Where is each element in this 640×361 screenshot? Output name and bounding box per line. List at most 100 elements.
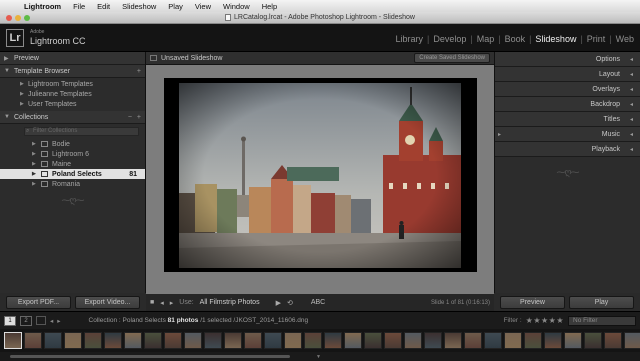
- hide-filmstrip-icon[interactable]: ▼: [316, 354, 321, 360]
- collection-triangle-icon[interactable]: ▶: [32, 181, 36, 187]
- remove-collection-icon[interactable]: −: [128, 114, 132, 121]
- menu-view[interactable]: View: [189, 2, 217, 11]
- minimize-icon[interactable]: [15, 15, 21, 21]
- filmstrip-thumbnail[interactable]: [264, 332, 282, 349]
- template-folder[interactable]: ▶ Julieanne Templates: [0, 89, 145, 99]
- create-saved-slideshow-button[interactable]: Create Saved Slideshow: [414, 53, 490, 63]
- collection-item-bodie[interactable]: ▶ Bodie: [0, 139, 145, 149]
- collection-triangle-icon[interactable]: ▶: [32, 141, 36, 147]
- menu-edit[interactable]: Edit: [91, 2, 116, 11]
- filmstrip-thumbnail[interactable]: [184, 332, 202, 349]
- export-pdf-button[interactable]: Export PDF...: [6, 295, 71, 309]
- stop-icon[interactable]: ■: [150, 299, 154, 306]
- filmstrip-thumbnail[interactable]: [544, 332, 562, 349]
- template-folder[interactable]: ▶ Lightroom Templates: [0, 79, 145, 89]
- filmstrip-thumbnail[interactable]: [464, 332, 482, 349]
- menu-play[interactable]: Play: [162, 2, 189, 11]
- disclosure-triangle-icon[interactable]: ◂: [630, 86, 633, 93]
- filmstrip-thumbnail[interactable]: [144, 332, 162, 349]
- filmstrip-thumbnail[interactable]: [444, 332, 462, 349]
- filmstrip-thumbnail[interactable]: [584, 332, 602, 349]
- menu-help[interactable]: Help: [256, 2, 283, 11]
- template-browser-header[interactable]: ▼ Template Browser +: [0, 65, 145, 78]
- module-develop[interactable]: Develop: [431, 34, 468, 44]
- disclosure-triangle-icon[interactable]: ▶: [4, 55, 9, 62]
- filmstrip-thumbnail[interactable]: [244, 332, 262, 349]
- disclosure-triangle-icon[interactable]: ▼: [4, 68, 10, 74]
- forward-arrow-icon[interactable]: ▸: [57, 317, 60, 325]
- collection-item-maine[interactable]: ▶ Maine: [0, 159, 145, 169]
- module-library[interactable]: Library: [393, 34, 425, 44]
- filmstrip-thumbnail[interactable]: [524, 332, 542, 349]
- filmstrip-thumbnail[interactable]: [104, 332, 122, 349]
- add-collection-icon[interactable]: +: [137, 114, 141, 121]
- folder-triangle-icon[interactable]: ▶: [20, 81, 24, 87]
- grid-view-icon[interactable]: [36, 316, 46, 325]
- folder-triangle-icon[interactable]: ▶: [20, 101, 24, 107]
- add-template-icon[interactable]: +: [137, 68, 141, 75]
- disclosure-triangle-icon[interactable]: ◂: [630, 131, 633, 138]
- section-music[interactable]: ▸ Music ◂: [495, 127, 640, 142]
- play-preview-icon[interactable]: ▶: [276, 299, 281, 307]
- filmstrip-thumbnail[interactable]: [24, 332, 42, 349]
- menu-lightroom[interactable]: Lightroom: [18, 2, 67, 11]
- zoom-icon[interactable]: [24, 15, 30, 21]
- export-video-button[interactable]: Export Video...: [75, 295, 140, 309]
- filmstrip-thumbnail[interactable]: [424, 332, 442, 349]
- module-web[interactable]: Web: [614, 34, 636, 44]
- section-layout[interactable]: Layout ◂: [495, 67, 640, 82]
- disclosure-triangle-icon[interactable]: ◂: [630, 116, 633, 123]
- module-slideshow[interactable]: Slideshow: [533, 34, 578, 44]
- folder-triangle-icon[interactable]: ▶: [20, 91, 24, 97]
- menu-slideshow[interactable]: Slideshow: [116, 2, 162, 11]
- section-overlays[interactable]: Overlays ◂: [495, 82, 640, 97]
- filmstrip-thumbnail[interactable]: [384, 332, 402, 349]
- filmstrip-thumbnail[interactable]: [484, 332, 502, 349]
- filmstrip-thumbnail[interactable]: [344, 332, 362, 349]
- filmstrip-source[interactable]: Collection : Poland Selects 81 photos /1…: [89, 317, 309, 324]
- filmstrip-thumbnail[interactable]: [164, 332, 182, 349]
- filmstrip-thumbnail[interactable]: [364, 332, 382, 349]
- filmstrip-thumbnail[interactable]: [204, 332, 222, 349]
- scrollbar-thumb[interactable]: [10, 355, 290, 358]
- close-icon[interactable]: [6, 15, 12, 21]
- filmstrip-thumbnail[interactable]: [64, 332, 82, 349]
- collection-triangle-icon[interactable]: ▶: [32, 161, 36, 167]
- filmstrip-thumbnail[interactable]: [4, 332, 22, 349]
- filmstrip-thumbnail[interactable]: [124, 332, 142, 349]
- filmstrip-thumbnail[interactable]: [44, 332, 62, 349]
- section-options[interactable]: Options ◂: [495, 52, 640, 67]
- preview-button[interactable]: Preview: [500, 295, 565, 309]
- filmstrip-thumbnail[interactable]: [604, 332, 622, 349]
- section-titles[interactable]: Titles ◂: [495, 112, 640, 127]
- second-window-button[interactable]: 2: [20, 315, 32, 326]
- menu-window[interactable]: Window: [217, 2, 256, 11]
- module-book[interactable]: Book: [503, 34, 528, 44]
- filmstrip-thumbnail[interactable]: [564, 332, 582, 349]
- filmstrip-thumbnail[interactable]: [84, 332, 102, 349]
- filmstrip-thumbnail[interactable]: [284, 332, 302, 349]
- previous-slide-icon[interactable]: ◂: [160, 299, 164, 307]
- collection-filter-input[interactable]: ⌕ Filter Collections: [24, 127, 139, 136]
- disclosure-triangle-icon[interactable]: ◂: [630, 71, 633, 78]
- disclosure-triangle-icon[interactable]: ◂: [630, 146, 633, 153]
- add-text-button[interactable]: ABC: [311, 299, 325, 306]
- collection-triangle-icon[interactable]: ▶: [32, 171, 36, 177]
- filmstrip-thumbnail[interactable]: [224, 332, 242, 349]
- back-arrow-icon[interactable]: ◂: [50, 317, 53, 325]
- collection-item-romania[interactable]: ▶ Romania: [0, 179, 145, 189]
- filmstrip-thumbnail[interactable]: [324, 332, 342, 349]
- disclosure-triangle-icon[interactable]: ▼: [4, 114, 10, 120]
- section-backdrop[interactable]: Backdrop ◂: [495, 97, 640, 112]
- filmstrip-scrollbar[interactable]: ▼: [0, 352, 640, 361]
- music-toggle-icon[interactable]: ▸: [498, 131, 501, 138]
- filmstrip-thumbnail[interactable]: [404, 332, 422, 349]
- filter-dropdown[interactable]: No Filter: [568, 315, 636, 326]
- preview-panel-header[interactable]: ▶ Preview: [0, 52, 145, 65]
- disclosure-triangle-icon[interactable]: ◂: [630, 56, 633, 63]
- disclosure-triangle-icon[interactable]: ◂: [630, 101, 633, 108]
- rotate-icon[interactable]: ⟲: [287, 299, 293, 307]
- filmstrip-thumbnail[interactable]: [304, 332, 322, 349]
- module-print[interactable]: Print: [585, 34, 608, 44]
- play-button[interactable]: Play: [569, 295, 634, 309]
